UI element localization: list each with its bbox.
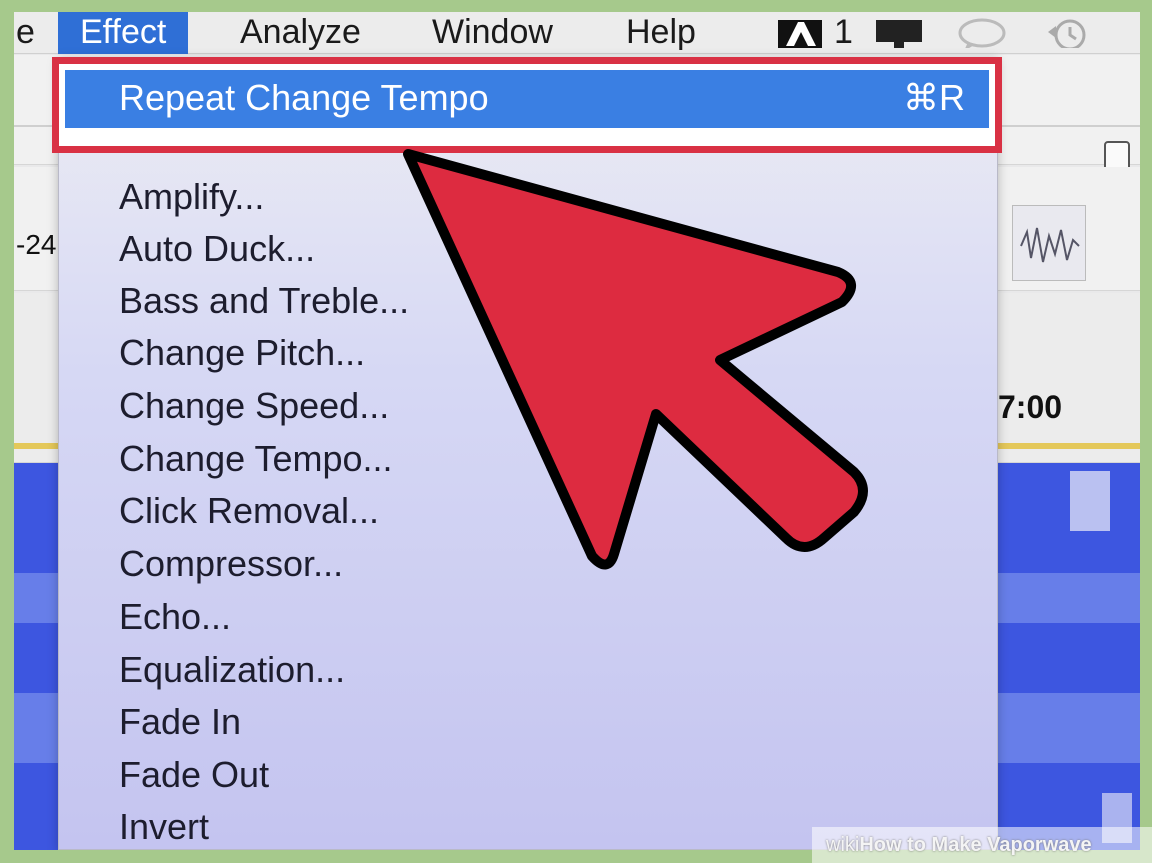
menu-item-invert[interactable]: Invert: [119, 804, 209, 850]
arrow-callout-icon: [403, 149, 868, 570]
menu-item-bass-and-treble[interactable]: Bass and Treble...: [119, 278, 409, 324]
menu-item-auto-duck[interactable]: Auto Duck...: [119, 226, 315, 272]
menu-item-repeat-change-tempo[interactable]: Repeat Change Tempo ⌘R: [65, 70, 989, 128]
menubar-overflow-icon[interactable]: ⋮: [1130, 12, 1140, 54]
waveform-tool-button[interactable]: [1012, 205, 1086, 281]
menu-item-change-tempo[interactable]: Change Tempo...: [119, 436, 393, 482]
menu-item-compressor[interactable]: Compressor...: [119, 541, 343, 587]
timeline-time-label: 7:00: [998, 389, 1063, 425]
menu-effect[interactable]: Effect: [58, 12, 189, 54]
menu-item-fade-in[interactable]: Fade In: [119, 699, 241, 745]
menu-item-click-removal[interactable]: Click Removal...: [119, 488, 379, 534]
menu-item-change-pitch[interactable]: Change Pitch...: [119, 330, 365, 376]
menu-window[interactable]: Window: [432, 12, 553, 54]
menu-edit-partial[interactable]: e: [16, 12, 35, 54]
menu-item-equalization[interactable]: Equalization...: [119, 647, 345, 693]
menubar: e Effect Analyze Window Help 1 ⋮: [14, 12, 1140, 54]
time-machine-icon[interactable]: [1040, 18, 1094, 48]
callout-highlight-box: Repeat Change Tempo ⌘R: [52, 57, 1002, 153]
meter-db-label: -24: [16, 229, 57, 260]
watermark-text: How to Make Vaporwave: [859, 834, 1092, 856]
watermark: wikiHow to Make Vaporwave: [812, 827, 1152, 863]
repeat-shortcut-label: ⌘R: [903, 77, 965, 118]
display-icon[interactable]: [872, 18, 926, 48]
menu-analyze[interactable]: Analyze: [240, 12, 361, 54]
menu-item-fade-out[interactable]: Fade Out: [119, 752, 269, 798]
repeat-change-tempo-label: Repeat Change Tempo: [119, 77, 489, 118]
menu-help[interactable]: Help: [626, 12, 696, 54]
adobe-notification-count: 1: [834, 13, 853, 51]
menu-item-amplify[interactable]: Amplify...: [119, 174, 264, 220]
adobe-icon[interactable]: [776, 18, 826, 48]
menu-item-change-speed[interactable]: Change Speed...: [119, 383, 389, 429]
menu-item-echo[interactable]: Echo...: [119, 594, 231, 640]
watermark-brand: wiki: [826, 834, 860, 856]
screenshot-frame: -24 7:00 e Effect Analyze Window Help 1 …: [14, 12, 1140, 850]
waveform-tool-icon: [1020, 227, 1080, 263]
chat-icon[interactable]: [956, 18, 1010, 48]
